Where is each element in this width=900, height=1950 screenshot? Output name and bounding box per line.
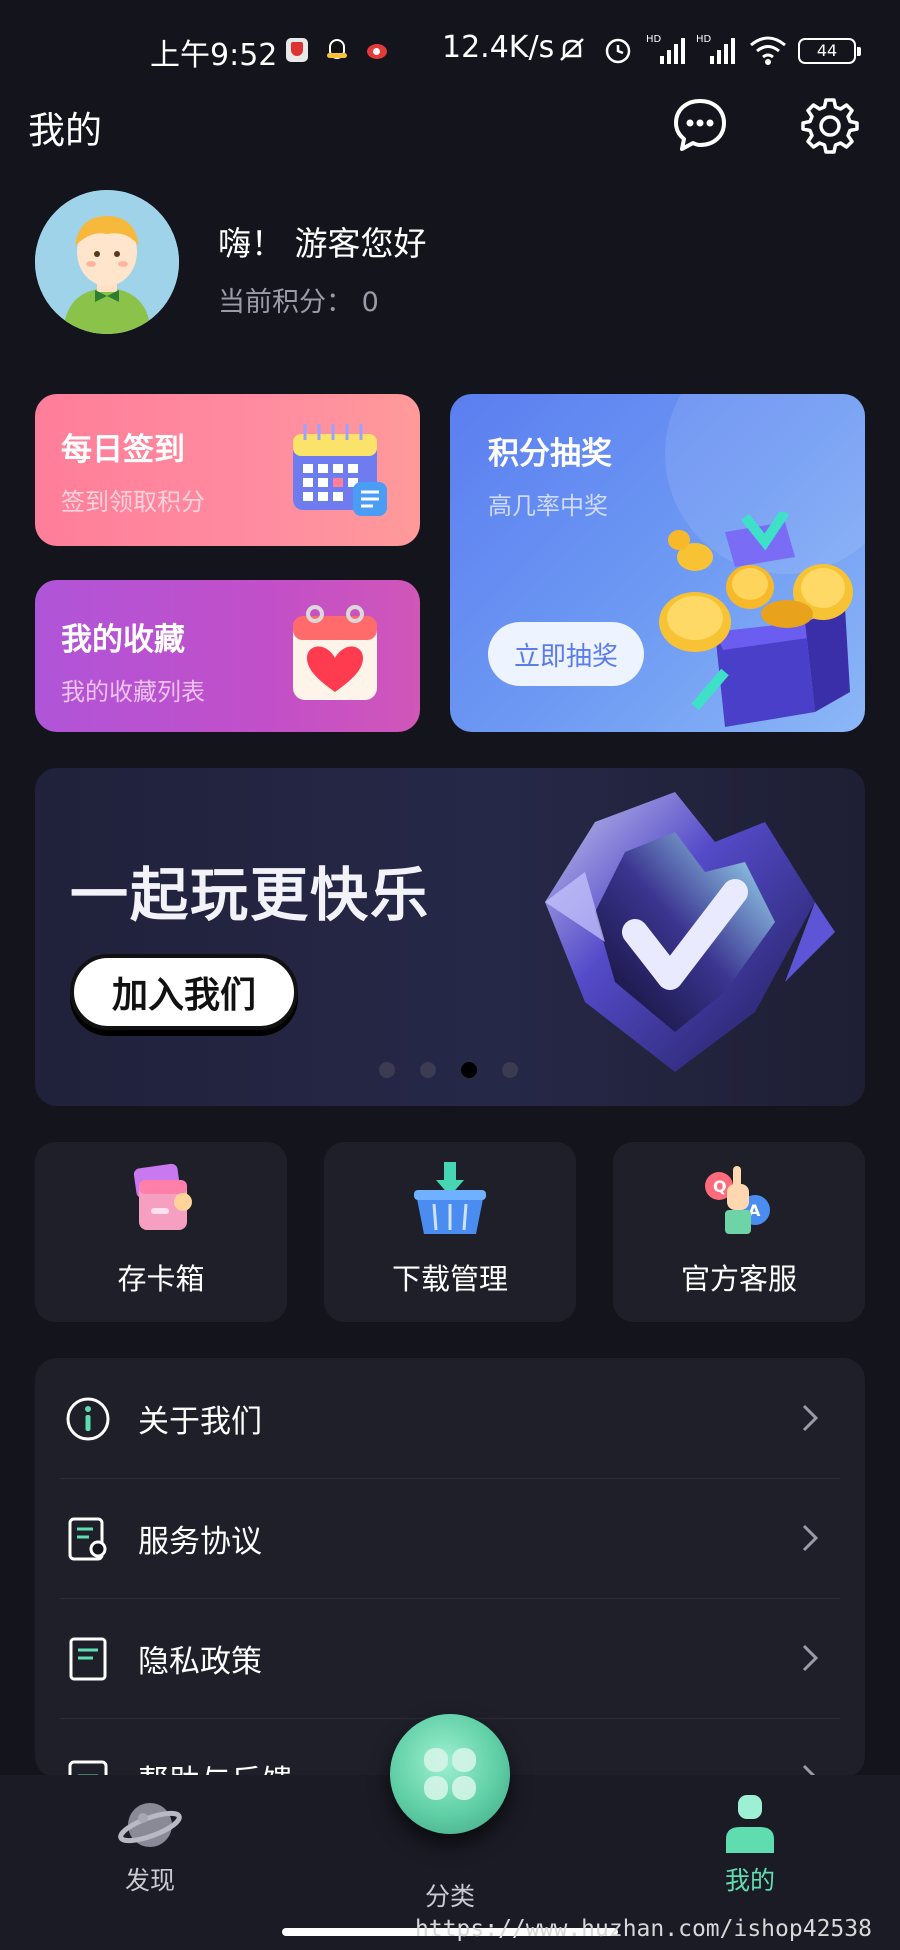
banner-title: 一起玩更快乐 [70, 861, 431, 929]
lottery-title: 积分抽奖 [488, 436, 612, 472]
agreement-icon [68, 1517, 107, 1561]
gift-coins-icon [659, 512, 853, 727]
svg-text:HD: HD [696, 34, 712, 45]
promo-banner[interactable]: 一起玩更快乐 加入我们 [35, 768, 865, 1106]
menu-item-service-agreement[interactable]: 服务协议 [35, 1478, 865, 1598]
chevron-right-icon [802, 1524, 819, 1552]
download-manager-label: 下载管理 [391, 1262, 508, 1296]
menu-label-privacy-policy: 隐私政策 [138, 1644, 262, 1680]
chevron-right-icon [802, 1404, 819, 1432]
customer-service-label: 官方客服 [680, 1262, 797, 1296]
user-icon [726, 1795, 774, 1853]
network-speed: 12.4K/s [442, 30, 555, 65]
download-basket-icon [414, 1162, 486, 1234]
favorites-subtitle: 我的收藏列表 [61, 678, 205, 706]
customer-service-tile[interactable]: Q A 官方客服 [613, 1142, 865, 1322]
checkin-title: 每日签到 [61, 432, 185, 468]
mute-icon [560, 38, 584, 61]
policy-doc-icon [69, 1637, 107, 1681]
menu-item-about[interactable]: 关于我们 [35, 1358, 865, 1478]
heart-calendar-icon [293, 605, 377, 700]
nav-label-category: 分类 [424, 1882, 475, 1911]
category-center-button[interactable] [390, 1714, 510, 1834]
greeting-text: 嗨！ 游客您好 [218, 224, 427, 263]
banner-dot-active[interactable] [461, 1062, 477, 1078]
checkin-subtitle: 签到领取积分 [61, 488, 205, 516]
watermark-text: https://www.huzhan.com/ishop42538 [415, 1916, 872, 1942]
wifi-icon [750, 36, 786, 65]
qq-icon [326, 38, 348, 62]
menu-item-privacy-policy[interactable]: 隐私政策 [35, 1598, 865, 1718]
draw-now-button[interactable]: 立即抽奖 [488, 622, 644, 686]
page-title: 我的 [28, 109, 102, 152]
favorites-title: 我的收藏 [61, 622, 185, 658]
settings-icon [801, 98, 859, 154]
card-wallet-icon [133, 1163, 192, 1230]
weibo-icon [366, 38, 388, 62]
avatar[interactable] [35, 190, 179, 334]
lottery-card[interactable]: 积分抽奖 高几率中奖 立即抽奖 [450, 394, 865, 732]
banner-dot[interactable] [502, 1062, 518, 1078]
crystal-heart-icon [545, 792, 835, 1072]
banner-dot[interactable] [379, 1062, 395, 1078]
download-manager-tile[interactable]: 下载管理 [324, 1142, 576, 1322]
clover-icon [424, 1748, 476, 1800]
nav-label-discover: 发现 [124, 1866, 175, 1895]
settings-button[interactable] [797, 92, 863, 158]
banner-dot[interactable] [420, 1062, 436, 1078]
menu-label-about: 关于我们 [138, 1404, 262, 1440]
svg-text:HD: HD [646, 34, 662, 45]
battery-icon: 44 [798, 38, 861, 64]
favorites-card[interactable]: 我的收藏 我的收藏列表 [35, 580, 420, 732]
signal-hd-icon: HD [696, 34, 735, 64]
message-icon [674, 99, 726, 151]
status-bar: 上午9:52 12.4K/s HD HD 44 [0, 0, 900, 100]
avatar-boy-icon [35, 190, 179, 334]
chevron-right-icon [802, 1644, 819, 1672]
alarm-icon [605, 38, 631, 64]
lottery-subtitle: 高几率中奖 [488, 492, 608, 520]
card-box-label: 存卡箱 [117, 1262, 205, 1296]
customer-service-icon: Q A [705, 1166, 770, 1234]
shield-icon [286, 38, 308, 62]
svg-text:Q: Q [713, 1177, 727, 1196]
signal-hd-icon: HD [646, 34, 685, 64]
join-us-button[interactable]: 加入我们 [70, 954, 298, 1030]
calendar-icon [293, 424, 387, 516]
info-icon [66, 1397, 110, 1441]
points-text: 当前积分： 0 [218, 287, 379, 318]
menu-label-service-agreement: 服务协议 [138, 1524, 262, 1560]
nav-label-mine: 我的 [724, 1866, 775, 1895]
daily-checkin-card[interactable]: 每日签到 签到领取积分 [35, 394, 420, 546]
nav-item-discover[interactable]: 发现 [50, 1775, 250, 1950]
planet-icon [118, 1803, 182, 1847]
status-time: 上午9:52 [150, 38, 278, 73]
card-box-tile[interactable]: 存卡箱 [35, 1142, 287, 1322]
message-button[interactable] [667, 92, 733, 158]
